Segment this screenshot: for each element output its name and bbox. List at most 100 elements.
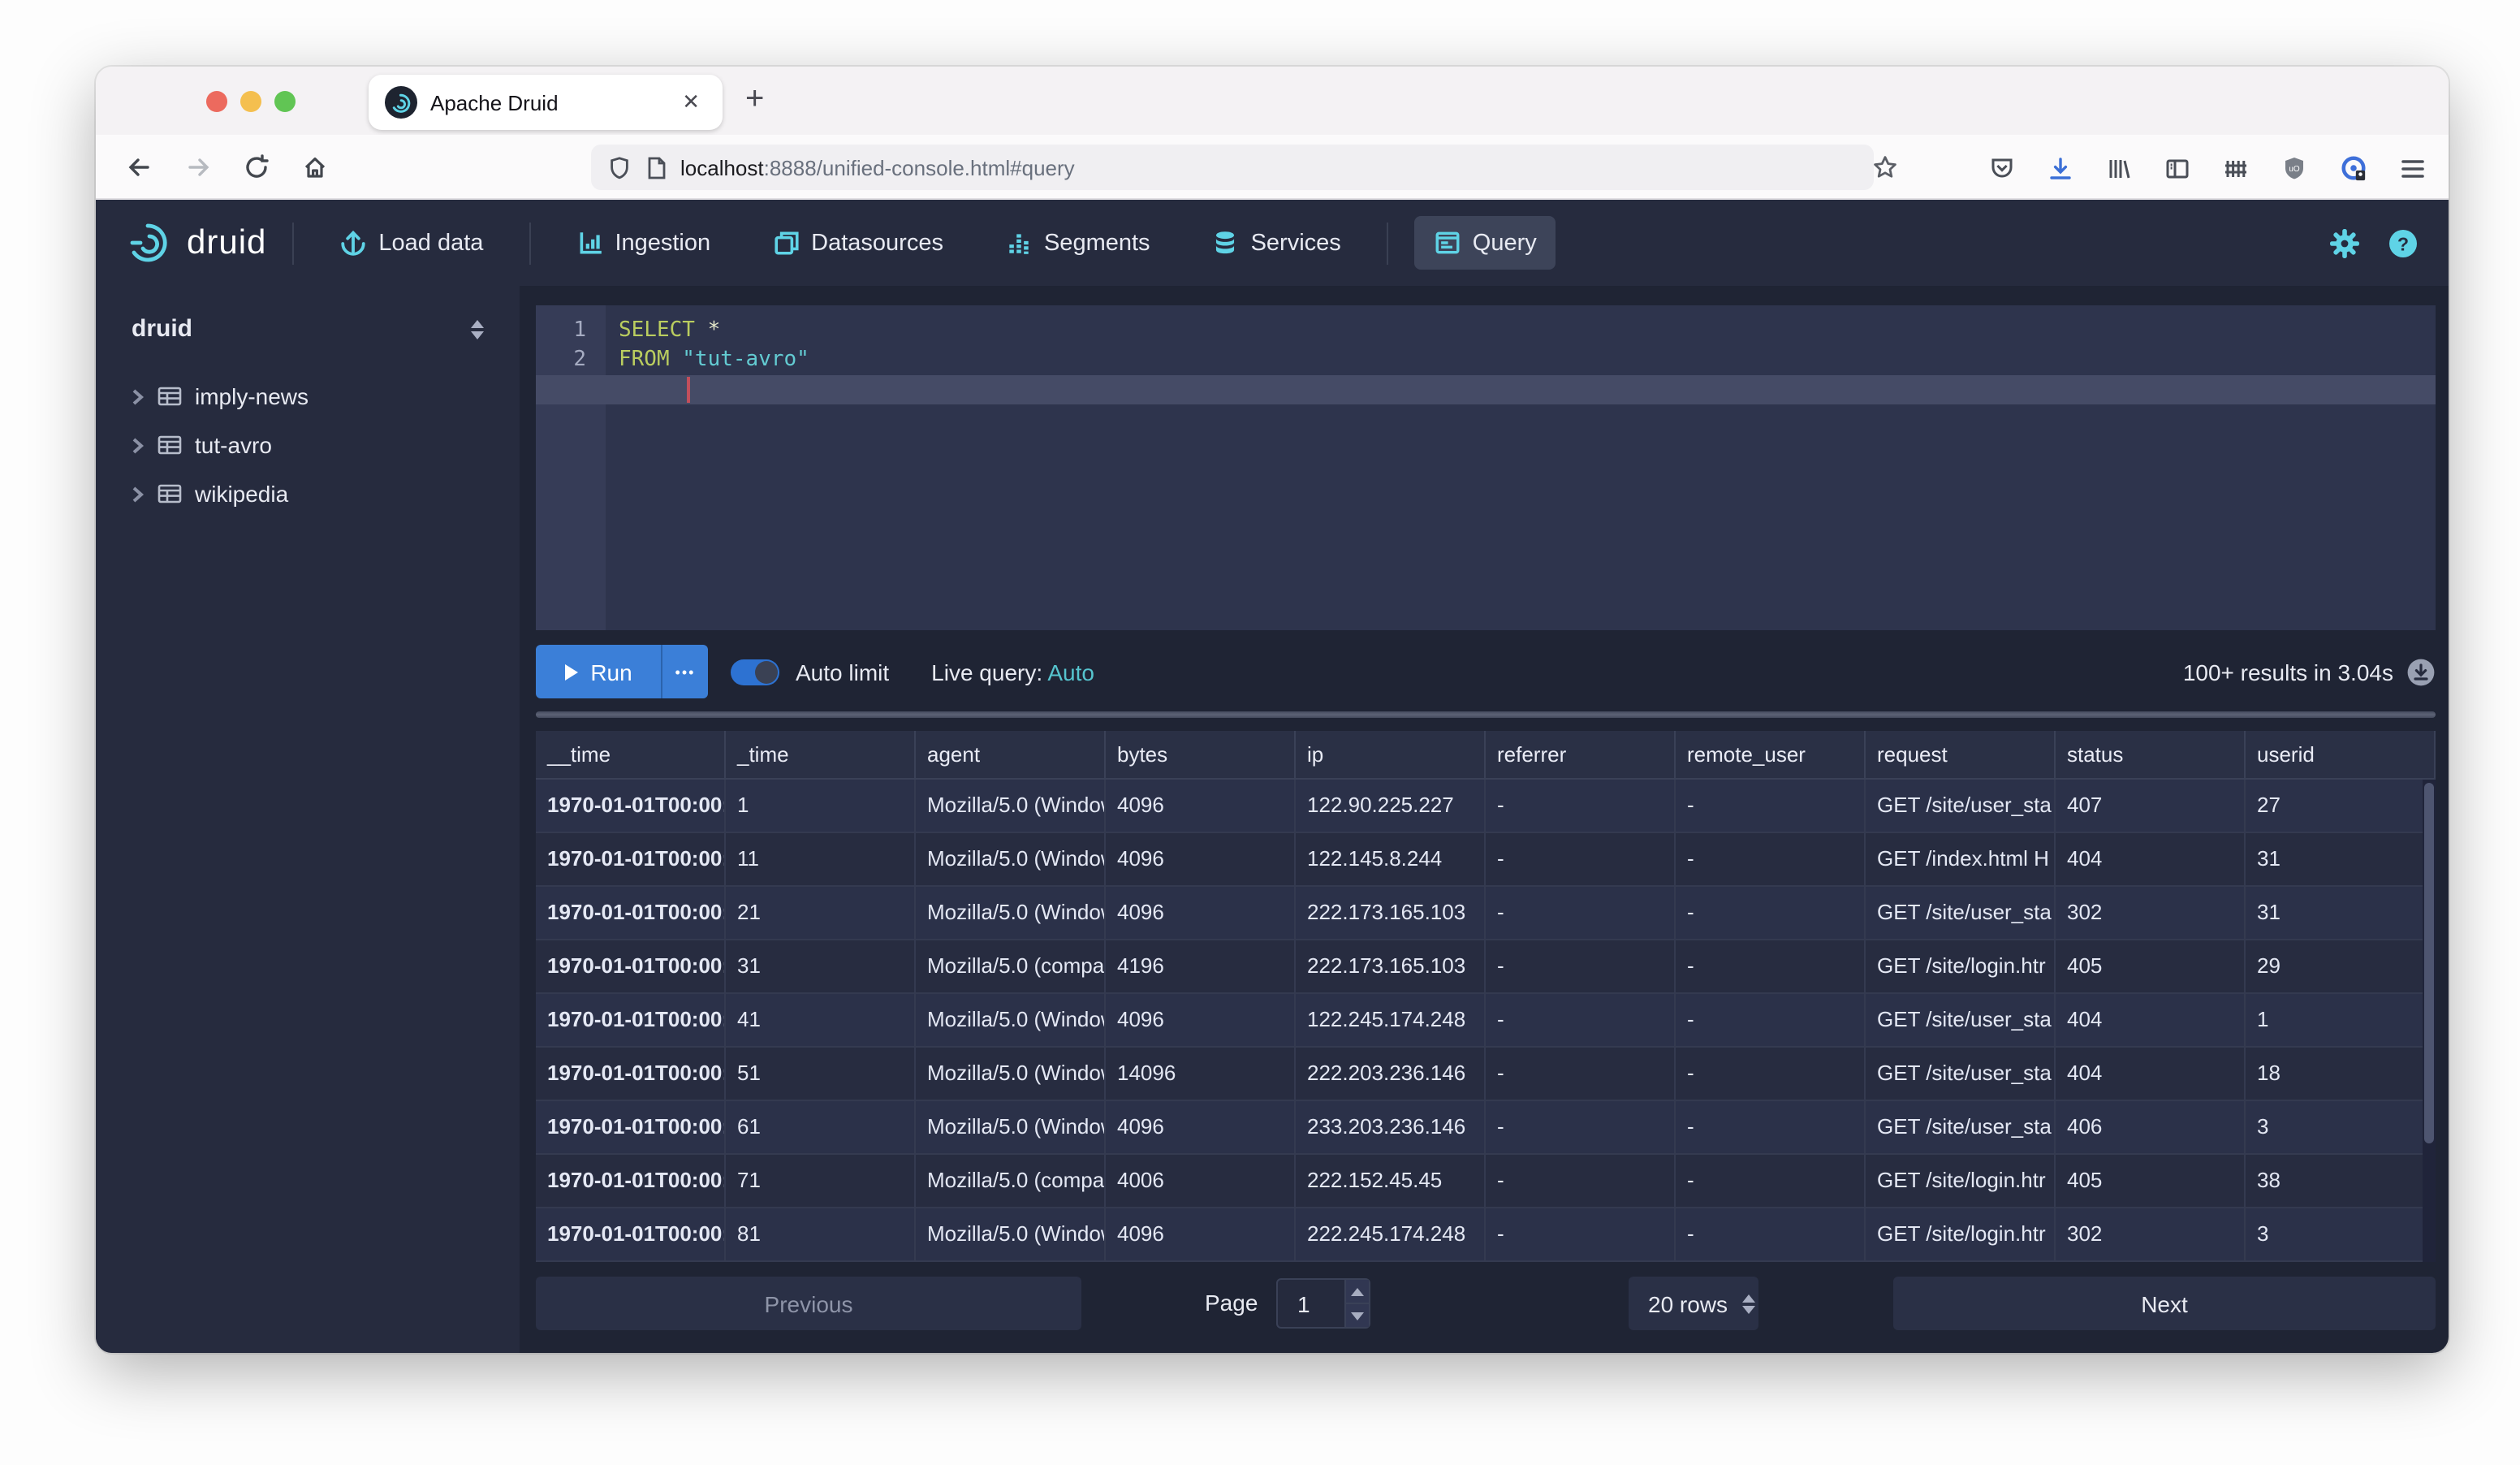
table-cell[interactable]: - <box>1676 994 1866 1048</box>
table-cell[interactable]: 404 <box>2056 994 2246 1048</box>
table-cell[interactable]: Mozilla/5.0 (Windows <box>916 833 1106 887</box>
table-cell[interactable]: 222.152.45.45 <box>1296 1155 1486 1208</box>
table-cell[interactable]: 1970-01-01T00:00:00.000Z <box>536 994 726 1048</box>
table-cell[interactable]: 1970-01-01T00:00:00.000Z <box>536 833 726 887</box>
results-scrollbar[interactable] <box>2423 780 2436 1262</box>
table-cell[interactable]: - <box>1486 940 1676 994</box>
minimize-window-button[interactable] <box>240 91 261 112</box>
table-cell[interactable]: 3 <box>2246 1101 2436 1155</box>
page-stepper[interactable] <box>1344 1280 1369 1327</box>
new-tab-button[interactable]: + <box>745 81 764 119</box>
step-down-icon[interactable] <box>1346 1304 1369 1327</box>
page-number-input[interactable]: 1 <box>1276 1278 1370 1329</box>
column-header[interactable]: __time <box>536 731 726 780</box>
table-cell[interactable]: 122.145.8.244 <box>1296 833 1486 887</box>
table-cell[interactable]: 18 <box>2246 1048 2436 1101</box>
table-cell[interactable]: - <box>1486 833 1676 887</box>
next-page-button[interactable]: Next <box>1893 1277 2436 1330</box>
table-cell[interactable]: GET /index.html H <box>1866 833 2056 887</box>
library-icon[interactable] <box>2106 155 2132 181</box>
pocket-icon[interactable] <box>1989 155 2015 181</box>
schema-sort-icon[interactable] <box>471 319 484 339</box>
table-cell[interactable]: 29 <box>2246 940 2436 994</box>
table-cell[interactable]: GET /site/login.htr <box>1866 1208 2056 1262</box>
table-cell[interactable]: 4096 <box>1106 833 1296 887</box>
table-cell[interactable]: 11 <box>726 833 916 887</box>
table-cell[interactable]: 404 <box>2056 833 2246 887</box>
table-cell[interactable]: 31 <box>2246 887 2436 940</box>
column-header[interactable]: _time <box>726 731 916 780</box>
table-cell[interactable]: 405 <box>2056 940 2246 994</box>
table-cell[interactable]: 302 <box>2056 887 2246 940</box>
step-up-icon[interactable] <box>1346 1280 1369 1304</box>
table-cell[interactable]: Mozilla/5.0 (Windows <box>916 1208 1106 1262</box>
tree-item-imply-news[interactable]: imply-news <box>96 372 520 421</box>
table-cell[interactable]: - <box>1486 1208 1676 1262</box>
table-cell[interactable]: Mozilla/5.0 (Windows <box>916 780 1106 833</box>
table-cell[interactable]: 81 <box>726 1208 916 1262</box>
editor-code[interactable]: SELECT * FROM "tut-avro" <box>606 305 2436 630</box>
table-cell[interactable]: 4096 <box>1106 994 1296 1048</box>
table-cell[interactable]: 1970-01-01T00:00:00.000Z <box>536 940 726 994</box>
zoom-window-button[interactable] <box>274 91 296 112</box>
druid-brand[interactable]: druid <box>128 220 266 266</box>
table-cell[interactable]: 1970-01-01T00:00:00.000Z <box>536 1101 726 1155</box>
download-results-icon[interactable] <box>2406 657 2436 686</box>
nav-datasources[interactable]: Datasources <box>753 216 963 270</box>
table-cell[interactable]: - <box>1486 994 1676 1048</box>
table-cell[interactable]: 405 <box>2056 1155 2246 1208</box>
table-cell[interactable]: - <box>1676 780 1866 833</box>
table-cell[interactable]: GET /site/user_sta <box>1866 1048 2056 1101</box>
column-header[interactable]: userid <box>2246 731 2436 780</box>
tab-close-icon[interactable]: ✕ <box>675 86 706 119</box>
table-cell[interactable]: 51 <box>726 1048 916 1101</box>
table-cell[interactable]: 406 <box>2056 1101 2246 1155</box>
table-cell[interactable]: 61 <box>726 1101 916 1155</box>
table-cell[interactable]: Mozilla/5.0 (Windows <box>916 994 1106 1048</box>
table-cell[interactable]: 71 <box>726 1155 916 1208</box>
table-cell[interactable]: 1970-01-01T00:00:00.000Z <box>536 1048 726 1101</box>
table-cell[interactable]: - <box>1486 780 1676 833</box>
table-cell[interactable]: 4096 <box>1106 1208 1296 1262</box>
rows-per-page-select[interactable]: 20 rows <box>1629 1277 1758 1330</box>
table-cell[interactable]: - <box>1676 1048 1866 1101</box>
table-cell[interactable]: 27 <box>2246 780 2436 833</box>
table-cell[interactable]: Mozilla/5.0 (Windows <box>916 1048 1106 1101</box>
menu-hamburger-icon[interactable] <box>2400 157 2426 179</box>
table-cell[interactable]: 122.90.225.227 <box>1296 780 1486 833</box>
table-cell[interactable]: 222.173.165.103 <box>1296 940 1486 994</box>
table-cell[interactable]: 14096 <box>1106 1048 1296 1101</box>
table-cell[interactable]: - <box>1676 833 1866 887</box>
nav-segments[interactable]: Segments <box>986 216 1170 270</box>
extension-fence-icon[interactable] <box>2223 155 2249 181</box>
run-more-button[interactable]: ••• <box>661 645 708 698</box>
table-cell[interactable]: 31 <box>726 940 916 994</box>
table-cell[interactable]: 4196 <box>1106 940 1296 994</box>
browser-tab[interactable]: Apache Druid ✕ <box>369 75 723 130</box>
table-cell[interactable]: 1970-01-01T00:00:00.000Z <box>536 887 726 940</box>
close-window-button[interactable] <box>206 91 227 112</box>
table-cell[interactable]: 222.245.174.248 <box>1296 1208 1486 1262</box>
tree-item-wikipedia[interactable]: wikipedia <box>96 469 520 518</box>
table-cell[interactable]: 38 <box>2246 1155 2436 1208</box>
column-header[interactable]: agent <box>916 731 1106 780</box>
table-cell[interactable]: Mozilla/5.0 (compa <box>916 940 1106 994</box>
live-query-label[interactable]: Live query: Auto <box>931 659 1094 685</box>
table-cell[interactable]: 21 <box>726 887 916 940</box>
settings-gear-icon[interactable] <box>2328 227 2361 259</box>
table-cell[interactable]: - <box>1676 1101 1866 1155</box>
table-cell[interactable]: GET /site/login.htr <box>1866 940 2056 994</box>
table-cell[interactable]: 404 <box>2056 1048 2246 1101</box>
forward-icon[interactable] <box>174 153 222 179</box>
nav-ingestion[interactable]: Ingestion <box>556 216 730 270</box>
column-header[interactable]: ip <box>1296 731 1486 780</box>
table-cell[interactable]: - <box>1486 1048 1676 1101</box>
table-cell[interactable]: 1970-01-01T00:00:00.000Z <box>536 780 726 833</box>
table-cell[interactable]: GET /site/login.htr <box>1866 1155 2056 1208</box>
ublock-icon[interactable]: uO <box>2281 155 2307 181</box>
table-cell[interactable]: 302 <box>2056 1208 2246 1262</box>
table-cell[interactable]: GET /site/user_sta <box>1866 780 2056 833</box>
nav-services[interactable]: Services <box>1193 216 1361 270</box>
table-cell[interactable]: 4096 <box>1106 780 1296 833</box>
sidebar-icon[interactable] <box>2164 155 2190 181</box>
